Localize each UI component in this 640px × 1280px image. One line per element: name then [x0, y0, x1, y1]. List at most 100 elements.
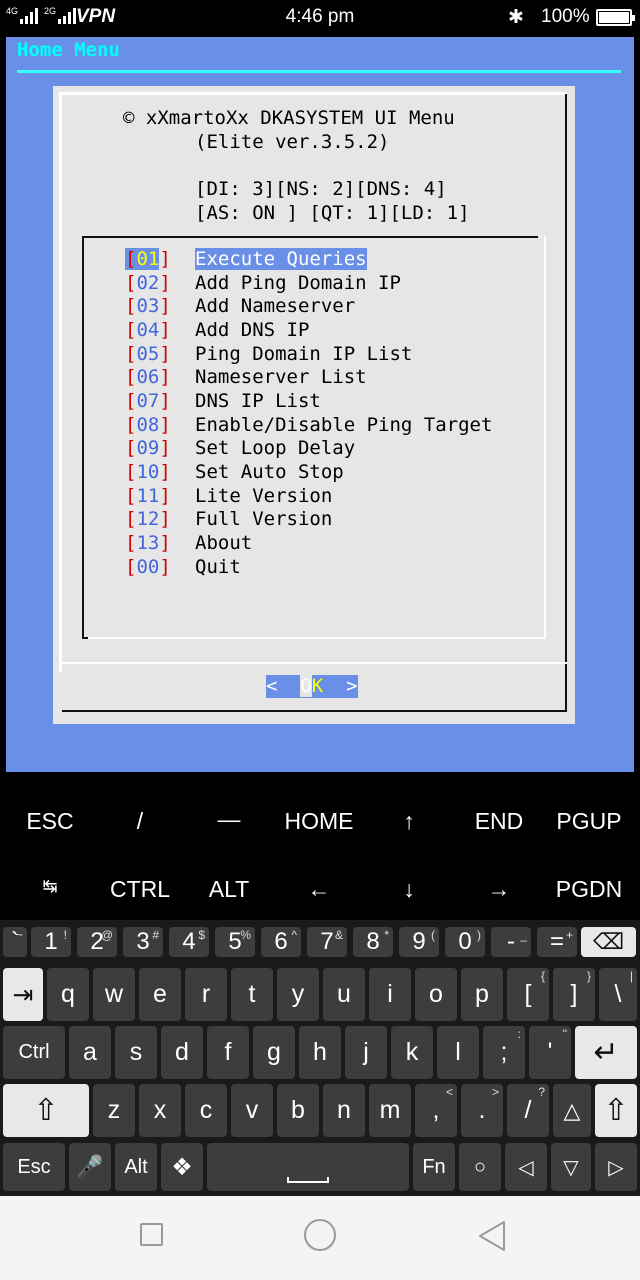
- menu-item-06[interactable]: [06] Nameserver List: [125, 366, 367, 390]
- key-a[interactable]: a: [69, 1026, 111, 1079]
- menu-item-03[interactable]: [03] Add Nameserver: [125, 295, 355, 319]
- tab-key[interactable]: ↹: [5, 876, 95, 897]
- key-f[interactable]: f: [207, 1026, 249, 1079]
- key-k[interactable]: k: [391, 1026, 433, 1079]
- key-backslash[interactable]: \ |: [599, 968, 637, 1021]
- menu-item-10[interactable]: [10] Set Auto Stop: [125, 461, 344, 485]
- slash-key[interactable]: /: [95, 808, 185, 835]
- key-5[interactable]: 5%: [215, 927, 255, 957]
- key-6[interactable]: 6 ^: [261, 927, 301, 957]
- back-icon[interactable]: [477, 1220, 507, 1257]
- key-d[interactable]: d: [161, 1026, 203, 1079]
- menu-item-09[interactable]: [09] Set Loop Delay: [125, 437, 355, 461]
- key-bracket-left[interactable]: [{: [507, 968, 549, 1021]
- esc-key-kb[interactable]: Esc: [3, 1143, 65, 1191]
- status-line-2: [AS: ON ] [QT: 1][LD: 1]: [195, 202, 470, 224]
- key-backtick[interactable]: ` ~: [3, 927, 27, 957]
- key-m[interactable]: m: [369, 1084, 411, 1137]
- key-o[interactable]: o: [415, 968, 457, 1021]
- menu-border-top: [82, 236, 538, 238]
- key-p[interactable]: p: [461, 968, 503, 1021]
- menu-item-13[interactable]: [13] About: [125, 532, 252, 556]
- menu-item-05[interactable]: [05] Ping Domain IP List: [125, 343, 412, 367]
- key-i[interactable]: i: [369, 968, 411, 1021]
- end-key[interactable]: END: [454, 808, 544, 835]
- key-q[interactable]: q: [47, 968, 89, 1021]
- key-7[interactable]: 7 &: [307, 927, 347, 957]
- menu-item-07[interactable]: [07] DNS IP List: [125, 390, 321, 414]
- key-e[interactable]: e: [139, 968, 181, 1021]
- tab-icon[interactable]: ⇥: [3, 968, 43, 1021]
- key-x[interactable]: x: [139, 1084, 181, 1137]
- menu-item-04[interactable]: [04] Add DNS IP: [125, 319, 309, 343]
- key-equals[interactable]: = +: [537, 927, 577, 957]
- key-y[interactable]: y: [277, 968, 319, 1021]
- menu-item-11[interactable]: [11] Lite Version: [125, 485, 332, 509]
- key-j[interactable]: j: [345, 1026, 387, 1079]
- key-w[interactable]: w: [93, 968, 135, 1021]
- menu-item-01[interactable]: [01] Execute Queries: [125, 248, 367, 272]
- key-r[interactable]: r: [185, 968, 227, 1021]
- home-key[interactable]: HOME: [274, 808, 364, 835]
- key-l[interactable]: l: [437, 1026, 479, 1079]
- key-c[interactable]: c: [185, 1084, 227, 1137]
- space-bar[interactable]: [207, 1143, 409, 1191]
- key-s[interactable]: s: [115, 1026, 157, 1079]
- arrow-right-key[interactable]: →: [454, 876, 544, 903]
- key-minus[interactable]: - _: [491, 927, 531, 957]
- key-n[interactable]: n: [323, 1084, 365, 1137]
- menu-item-00[interactable]: [00] Quit: [125, 556, 241, 580]
- key-t[interactable]: t: [231, 968, 273, 1021]
- arrow-up-icon[interactable]: △: [553, 1084, 591, 1137]
- key-2[interactable]: 2 @: [77, 927, 117, 957]
- menu-item-02[interactable]: [02] Add Ping Domain IP: [125, 272, 401, 296]
- ctrl-key[interactable]: CTRL: [95, 876, 185, 903]
- move-icon[interactable]: ❖: [161, 1143, 203, 1191]
- fn-key[interactable]: Fn: [413, 1143, 455, 1191]
- home-icon[interactable]: [304, 1219, 336, 1251]
- menu-item-label: Add Nameserver: [195, 295, 356, 317]
- key-1[interactable]: 1!: [31, 927, 71, 957]
- pgdn-key[interactable]: PGDN: [544, 876, 634, 903]
- dash-key[interactable]: —: [184, 806, 274, 833]
- enter-icon[interactable]: ↵: [575, 1026, 637, 1079]
- arrow-left-icon[interactable]: ◁: [505, 1143, 547, 1191]
- key-g[interactable]: g: [253, 1026, 295, 1079]
- shift-right-icon[interactable]: ⇧: [595, 1084, 637, 1137]
- key-4[interactable]: 4 $: [169, 927, 209, 957]
- key-semicolon[interactable]: ;:: [483, 1026, 525, 1079]
- alt-key[interactable]: ALT: [184, 876, 274, 903]
- key-comma[interactable]: , <: [415, 1084, 457, 1137]
- key-8[interactable]: 8 *: [353, 927, 393, 957]
- backspace-icon[interactable]: ⌫: [581, 927, 636, 957]
- shift-left-icon[interactable]: ⇧: [3, 1084, 89, 1137]
- recents-icon[interactable]: [140, 1223, 163, 1246]
- ctrl-key[interactable]: Ctrl: [3, 1026, 65, 1079]
- arrow-down-key[interactable]: ↓: [364, 876, 454, 903]
- key-h[interactable]: h: [299, 1026, 341, 1079]
- terminal-screen[interactable]: Home Menu © xXmartoXx DKASYSTEM UI Menu …: [6, 37, 634, 772]
- key-3[interactable]: 3 #: [123, 927, 163, 957]
- key-v[interactable]: v: [231, 1084, 273, 1137]
- key-9[interactable]: 9(: [399, 927, 439, 957]
- key-u[interactable]: u: [323, 968, 365, 1021]
- circle-icon[interactable]: ○: [459, 1143, 501, 1191]
- alt-key-kb[interactable]: Alt: [115, 1143, 157, 1191]
- mic-icon[interactable]: 🎤: [69, 1143, 111, 1191]
- key-z[interactable]: z: [93, 1084, 135, 1137]
- key-slash[interactable]: /?: [507, 1084, 549, 1137]
- key-period[interactable]: . >: [461, 1084, 503, 1137]
- pgup-key[interactable]: PGUP: [544, 808, 634, 835]
- menu-item-08[interactable]: [08] Enable/Disable Ping Target: [125, 414, 492, 438]
- arrow-right-icon[interactable]: ▷: [595, 1143, 637, 1191]
- key-quote[interactable]: ' ": [529, 1026, 571, 1079]
- ok-button[interactable]: < OK >: [266, 675, 358, 698]
- arrow-up-key[interactable]: ↑: [364, 808, 454, 835]
- esc-key[interactable]: ESC: [5, 808, 95, 835]
- arrow-down-icon[interactable]: ▽: [551, 1143, 591, 1191]
- arrow-left-key[interactable]: ←: [274, 876, 364, 903]
- key-b[interactable]: b: [277, 1084, 319, 1137]
- key-bracket-right[interactable]: ]}: [553, 968, 595, 1021]
- menu-item-12[interactable]: [12] Full Version: [125, 508, 332, 532]
- key-0[interactable]: 0): [445, 927, 485, 957]
